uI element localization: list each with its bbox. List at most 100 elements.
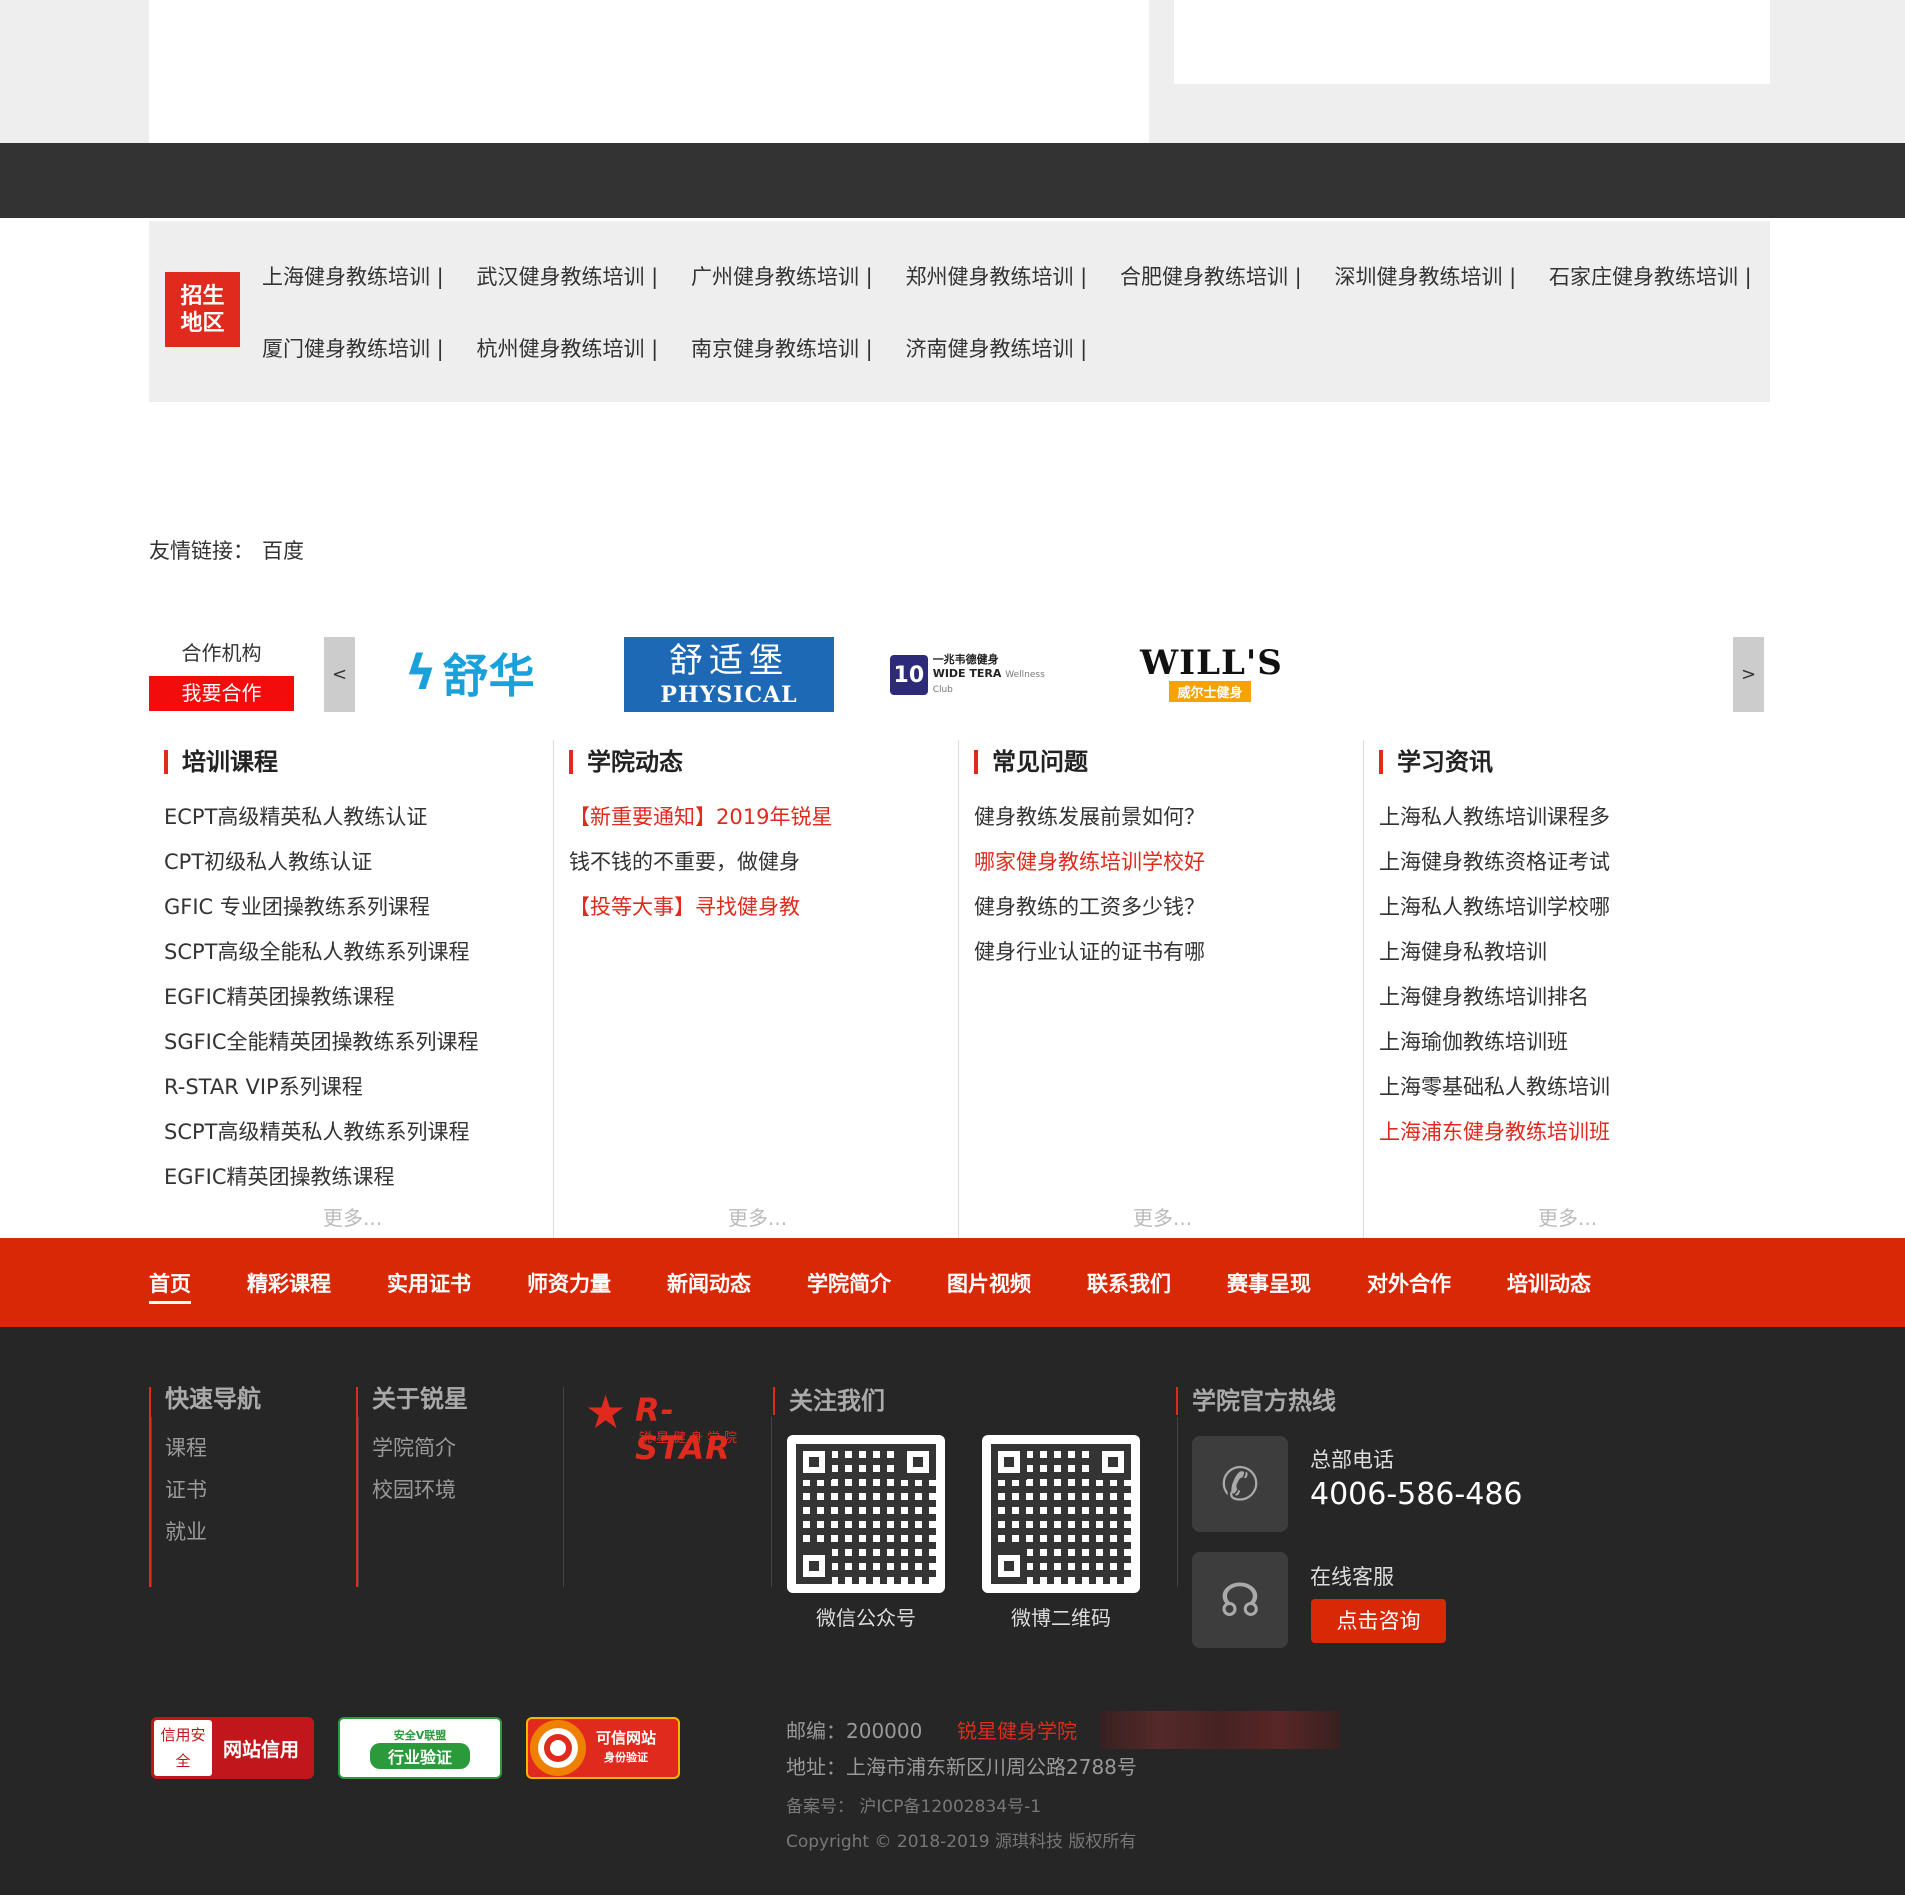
nav-item-home[interactable]: 首页	[149, 1268, 191, 1304]
copyright: Copyright © 2018-2019 源琪科技 版权所有	[786, 1832, 1137, 1852]
list-item[interactable]: 健身教练的工资多少钱？	[974, 885, 1205, 930]
region-link[interactable]: 石家庄健身教练培训	[1549, 261, 1764, 291]
region-link[interactable]: 南京健身教练培训	[691, 333, 906, 363]
address: 地址：上海市浦东新区川周公路2788号	[786, 1755, 1137, 1779]
weibo-qr-caption: 微博二维码	[1011, 1606, 1111, 1630]
region-row-1: 上海健身教练培训 武汉健身教练培训 广州健身教练培训 郑州健身教练培训 合肥健身…	[262, 261, 1764, 291]
list-item[interactable]: 上海浦东健身教练培训班	[1379, 1110, 1610, 1155]
nav-item-about[interactable]: 学院简介	[807, 1268, 891, 1298]
list-item[interactable]: CPT初级私人教练认证	[164, 840, 479, 885]
partner-logo-physical[interactable]: 舒适堡 PHYSICAL	[624, 637, 834, 712]
region-link[interactable]: 杭州健身教练培训	[477, 333, 692, 363]
credit-seal-icon: 信用安全	[154, 1720, 212, 1776]
trusted-site-badge[interactable]: 可信网站 身份验证	[526, 1717, 680, 1779]
list-item[interactable]: 上海零基础私人教练培训	[1379, 1065, 1610, 1110]
column-title: 学习资讯	[1379, 750, 1493, 774]
rstar-logo: ★ R-STAR 锐星健身学院	[585, 1385, 742, 1467]
region-link[interactable]: 厦门健身教练培训	[262, 333, 477, 363]
list-item[interactable]: 【投等大事】寻找健身教	[569, 885, 832, 930]
region-link[interactable]: 武汉健身教练培训	[477, 261, 692, 291]
partner-label: 合作机构	[181, 641, 262, 665]
friend-links: 友情链接： 百度	[149, 535, 304, 565]
footer-about: 关于锐星 学院简介 校园环境	[356, 1385, 561, 1587]
region-link[interactable]: 上海健身教练培训	[262, 261, 477, 291]
column-news: 学院动态 【新重要通知】2019年锐星 钱不钱的不重要，做健身 【投等大事】寻找健身…	[554, 740, 959, 1238]
footer: 快速导航 课程 证书 就业 关于锐星 学院简介 校园环境 ★ R-STAR 锐星…	[0, 1327, 1905, 1895]
region-row-2: 厦门健身教练培训 杭州健身教练培训 南京健身教练培训 济南健身教练培训	[262, 333, 1120, 363]
list-item[interactable]: GFIC 专业团操教练系列课程	[164, 885, 479, 930]
list-item[interactable]: R-STAR VIP系列课程	[164, 1065, 479, 1110]
column-faq: 常见问题 健身教练发展前景如何？ 哪家健身教练培训学校好 健身教练的工资多少钱？ 健身…	[959, 740, 1364, 1238]
icp-record[interactable]: 备案号： 沪ICP备12002834号-1	[786, 1792, 1041, 1817]
partner-logo-wills[interactable]: WILL'S 威尔士健身	[1140, 645, 1282, 705]
footer-link[interactable]: 校园环境	[372, 1469, 561, 1511]
nav-item-training-news[interactable]: 培训动态	[1507, 1268, 1591, 1298]
trusted-circle-icon	[530, 1720, 586, 1776]
list-item[interactable]: 上海私人教练培训课程多	[1379, 795, 1610, 840]
nav-item-courses[interactable]: 精彩课程	[247, 1268, 331, 1298]
headset-icon: ☊	[1192, 1552, 1288, 1648]
more-link[interactable]: 更多...	[1538, 1202, 1597, 1231]
list-item[interactable]: 健身教练发展前景如何？	[974, 795, 1205, 840]
phone-number: 4006-586-486	[1310, 1477, 1523, 1512]
follow-title: 关注我们	[773, 1387, 885, 1415]
credit-badge[interactable]: 信用安全 网站信用	[151, 1717, 314, 1779]
partner-cooperate-button[interactable]: 我要合作	[149, 676, 294, 711]
column-title: 培训课程	[164, 750, 278, 774]
carousel-next-button[interactable]: >	[1733, 637, 1764, 712]
footer-link[interactable]: 就业	[165, 1511, 354, 1553]
list-item[interactable]: 上海健身教练资格证考试	[1379, 840, 1610, 885]
region-section	[149, 221, 1770, 402]
list-item[interactable]: 哪家健身教练培训学校好	[974, 840, 1205, 885]
widetera-mark-icon: 10	[890, 655, 928, 695]
list-item[interactable]: 上海私人教练培训学校哪	[1379, 885, 1610, 930]
list-item[interactable]: 上海瑜伽教练培训班	[1379, 1020, 1610, 1065]
column-title: 常见问题	[974, 750, 1088, 774]
nav-item-cooperation[interactable]: 对外合作	[1367, 1268, 1451, 1298]
list-item[interactable]: SGFIC全能精英团操教练系列课程	[164, 1020, 479, 1065]
region-link[interactable]: 济南健身教练培训	[906, 333, 1121, 363]
footer-link[interactable]: 学院简介	[372, 1427, 561, 1469]
postcode: 邮编：200000	[786, 1719, 923, 1743]
region-link[interactable]: 郑州健身教练培训	[906, 261, 1121, 291]
carousel-prev-button[interactable]: <	[324, 637, 355, 712]
region-link[interactable]: 合肥健身教练培训	[1120, 261, 1335, 291]
list-item[interactable]: 钱不钱的不重要，做健身	[569, 840, 832, 885]
nav-item-events[interactable]: 赛事呈现	[1227, 1268, 1311, 1298]
list-item[interactable]: ECPT高级精英私人教练认证	[164, 795, 479, 840]
list-item[interactable]: EGFIC精英团操教练课程	[164, 1155, 479, 1200]
region-link[interactable]: 深圳健身教练培训	[1335, 261, 1550, 291]
list-item[interactable]: 健身行业认证的证书有哪	[974, 930, 1205, 975]
star-icon: ★	[585, 1385, 627, 1439]
footer-link[interactable]: 课程	[165, 1427, 354, 1469]
shuhua-mark-icon: ϟ	[405, 645, 437, 701]
footer-link[interactable]: 证书	[165, 1469, 354, 1511]
list-item[interactable]: 上海健身教练培训排名	[1379, 975, 1610, 1020]
more-link[interactable]: 更多...	[323, 1202, 382, 1231]
nav-item-news[interactable]: 新闻动态	[667, 1268, 751, 1298]
list-item[interactable]: SCPT高级精英私人教练系列课程	[164, 1110, 479, 1155]
footer-quick-nav: 快速导航 课程 证书 就业	[149, 1385, 354, 1587]
partner-logo-widetera[interactable]: 10 一兆韦德健身 WIDE TERA Wellness Club	[890, 652, 1060, 698]
nav-item-contact[interactable]: 联系我们	[1087, 1268, 1171, 1298]
content-card-right	[1174, 0, 1770, 84]
nav-item-media[interactable]: 图片视频	[947, 1268, 1031, 1298]
column-courses: 培训课程 ECPT高级精英私人教练认证 CPT初级私人教练认证 GFIC 专业团操教…	[149, 740, 554, 1238]
consult-button[interactable]: 点击咨询	[1311, 1599, 1446, 1643]
industry-verify-badge[interactable]: 安全V联盟 行业验证	[338, 1717, 502, 1779]
friend-links-label: 友情链接：	[149, 539, 254, 563]
wechat-qr-code	[787, 1435, 945, 1593]
nav-item-teachers[interactable]: 师资力量	[527, 1268, 611, 1298]
list-item[interactable]: 【新重要通知】2019年锐星	[569, 795, 832, 840]
list-item[interactable]: SCPT高级全能私人教练系列课程	[164, 930, 479, 975]
dark-band	[0, 143, 1905, 218]
friend-link[interactable]: 百度	[262, 539, 304, 563]
list-item[interactable]: EGFIC精英团操教练课程	[164, 975, 479, 1020]
partner-logo-shuhua[interactable]: ϟ 舒华	[405, 638, 575, 708]
nav-item-certificates[interactable]: 实用证书	[387, 1268, 471, 1298]
region-link[interactable]: 广州健身教练培训	[691, 261, 906, 291]
more-link[interactable]: 更多...	[728, 1202, 787, 1231]
column-title: 学院动态	[569, 750, 683, 774]
list-item[interactable]: 上海健身私教培训	[1379, 930, 1610, 975]
more-link[interactable]: 更多...	[1133, 1202, 1192, 1231]
